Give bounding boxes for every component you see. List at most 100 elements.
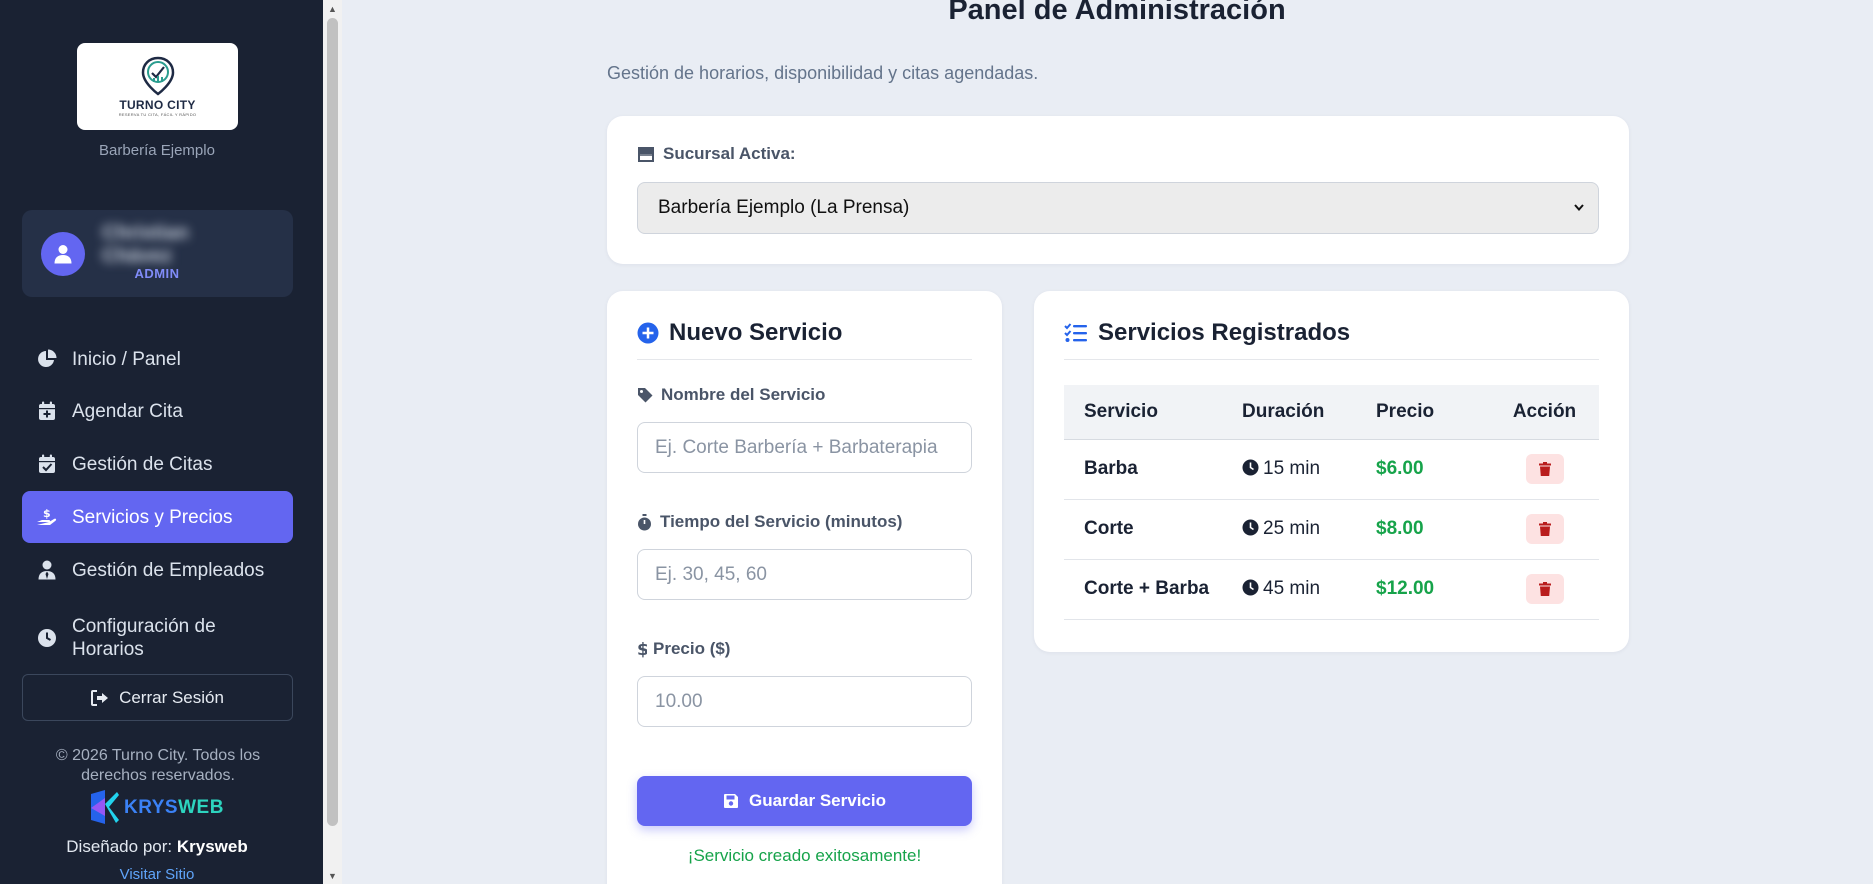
sidebar-item-agendar-cita[interactable]: Agendar Cita	[22, 385, 293, 437]
action-cell	[1490, 439, 1599, 500]
duration-cell: 25 min	[1242, 499, 1376, 560]
service-name-cell: Corte + Barba	[1064, 559, 1242, 620]
sidebar-item-label: Configuración de Horarios	[72, 616, 216, 660]
table-row: Barba 15 min $6.00	[1064, 439, 1599, 500]
service-name-cell: Barba	[1064, 439, 1242, 500]
scrollbar-thumb[interactable]	[327, 18, 338, 826]
avatar	[41, 232, 85, 276]
logout-button[interactable]: Cerrar Sesión	[22, 674, 293, 721]
krysweb-logo-mark-icon	[91, 790, 119, 824]
trash-icon	[1538, 462, 1551, 476]
clock-icon	[1242, 459, 1259, 476]
delete-service-button[interactable]	[1525, 514, 1564, 544]
logo-brand-text: TURNO CITY	[119, 98, 196, 112]
price-cell: $8.00	[1376, 499, 1490, 560]
service-name-cell: Corte	[1064, 499, 1242, 560]
services-table: Servicio Duración Precio Acción Barba 15…	[1064, 385, 1599, 620]
scroll-down-arrow-icon[interactable]: ▼	[323, 867, 342, 884]
sidebar-item-gestion-empleados[interactable]: Gestión de Empleados	[22, 544, 293, 596]
branch-selector-card: Sucursal Activa: Barbería Ejemplo (La Pr…	[607, 116, 1629, 264]
column-header-servicio: Servicio	[1064, 385, 1242, 440]
sidebar: TURNO CITY RESERVA TU CITA, FÁCIL Y RÁPI…	[0, 0, 323, 884]
sidebar-branch-name: Barbería Ejemplo	[99, 142, 215, 159]
new-service-card: Nuevo Servicio Nombre del Servicio Tiemp…	[607, 291, 1002, 884]
branch-select-value: Barbería Ejemplo (La Prensa)	[658, 197, 910, 218]
scroll-up-arrow-icon[interactable]: ▲	[323, 0, 342, 17]
delete-service-button[interactable]	[1525, 574, 1564, 604]
sign-out-icon	[91, 689, 109, 706]
user-card: Christian Chávez ADMIN	[22, 210, 293, 297]
designer-name: Krysweb	[176, 837, 248, 856]
map-pin-logo-icon	[141, 56, 174, 96]
user-name: Christian Chávez	[102, 222, 189, 267]
sidebar-item-label: Servicios y Precios	[72, 506, 233, 528]
column-header-precio: Precio	[1376, 385, 1490, 440]
sidebar-item-label: Agendar Cita	[72, 400, 183, 422]
visit-site-link[interactable]: Visitar Sitio	[0, 866, 314, 883]
price-cell: $12.00	[1376, 559, 1490, 620]
svg-text:$: $	[43, 507, 51, 520]
column-header-duracion: Duración	[1242, 385, 1376, 440]
services-list-title: Servicios Registrados	[1064, 319, 1350, 347]
service-time-label: Tiempo del Servicio (minutos)	[637, 512, 902, 532]
sidebar-item-inicio[interactable]: Inicio / Panel	[22, 333, 293, 385]
branch-select[interactable]: Barbería Ejemplo (La Prensa)	[637, 182, 1599, 234]
chevron-down-icon	[1574, 204, 1584, 212]
price-cell: $6.00	[1376, 439, 1490, 500]
table-row: Corte + Barba 45 min $12.00	[1064, 559, 1599, 620]
list-check-icon	[1064, 323, 1088, 343]
copyright-text: © 2026 Turno City. Todos los derechos re…	[55, 747, 261, 784]
duration-cell: 45 min	[1242, 559, 1376, 620]
sidebar-item-gestion-citas[interactable]: Gestión de Citas	[22, 438, 293, 490]
clock-icon	[1242, 519, 1259, 536]
table-header-row: Servicio Duración Precio Acción	[1064, 385, 1599, 440]
sidebar-item-configuracion-horarios[interactable]: Configuración de Horarios	[22, 610, 293, 666]
krysweb-logo-text: KRYSWEB	[124, 797, 224, 818]
krysweb-logo: KRYSWEB	[88, 790, 224, 826]
pie-chart-icon	[36, 348, 58, 370]
sidebar-scrollbar[interactable]: ▲ ▼	[323, 0, 342, 884]
delete-service-button[interactable]	[1525, 454, 1564, 484]
trash-icon	[1538, 522, 1551, 536]
sidebar-item-label: Gestión de Citas	[72, 453, 213, 475]
turno-city-logo[interactable]: TURNO CITY RESERVA TU CITA, FÁCIL Y RÁPI…	[77, 43, 238, 130]
sidebar-item-servicios-precios[interactable]: $ Servicios y Precios	[22, 491, 293, 543]
clock-icon	[1242, 579, 1259, 596]
service-price-input[interactable]	[637, 676, 972, 727]
trash-icon	[1538, 582, 1551, 596]
branch-label: Sucursal Activa:	[637, 144, 796, 164]
user-icon	[54, 245, 72, 264]
save-service-label: Guardar Servicio	[748, 791, 886, 810]
services-list-card: Servicios Registrados Servicio Duración …	[1034, 291, 1629, 652]
calendar-check-icon	[36, 453, 58, 475]
dollar-sign-icon: $	[637, 640, 647, 658]
svg-text:$: $	[637, 640, 647, 658]
logo-tagline: RESERVA TU CITA, FÁCIL Y RÁPIDO	[118, 112, 197, 117]
success-message: ¡Servicio creado exitosamente!	[687, 846, 922, 865]
table-row: Corte 25 min $8.00	[1064, 499, 1599, 560]
service-time-input[interactable]	[637, 549, 972, 600]
calendar-plus-icon	[36, 400, 58, 422]
clock-icon	[36, 627, 58, 649]
tag-icon	[637, 387, 653, 403]
user-role-badge: ADMIN	[134, 266, 180, 281]
save-service-button[interactable]: Guardar Servicio	[637, 776, 972, 826]
logout-label: Cerrar Sesión	[119, 687, 224, 707]
card-divider	[1064, 359, 1599, 360]
sidebar-item-label: Gestión de Empleados	[72, 559, 265, 581]
plus-circle-icon	[637, 322, 659, 344]
stopwatch-icon	[637, 513, 652, 531]
hand-holding-dollar-icon: $	[36, 506, 58, 528]
card-divider	[637, 359, 972, 360]
service-name-input[interactable]	[637, 422, 972, 473]
page-title: Panel de Administración	[948, 0, 1286, 26]
service-name-label: Nombre del Servicio	[637, 385, 825, 405]
new-service-title: Nuevo Servicio	[637, 319, 842, 347]
store-icon	[637, 146, 655, 162]
user-tie-icon	[36, 559, 58, 581]
service-price-label: $ Precio ($)	[637, 639, 731, 658]
designed-by-text: Diseñado por: Krysweb	[66, 837, 248, 856]
action-cell	[1490, 559, 1599, 620]
duration-cell: 15 min	[1242, 439, 1376, 500]
sidebar-item-label: Inicio / Panel	[72, 348, 181, 370]
